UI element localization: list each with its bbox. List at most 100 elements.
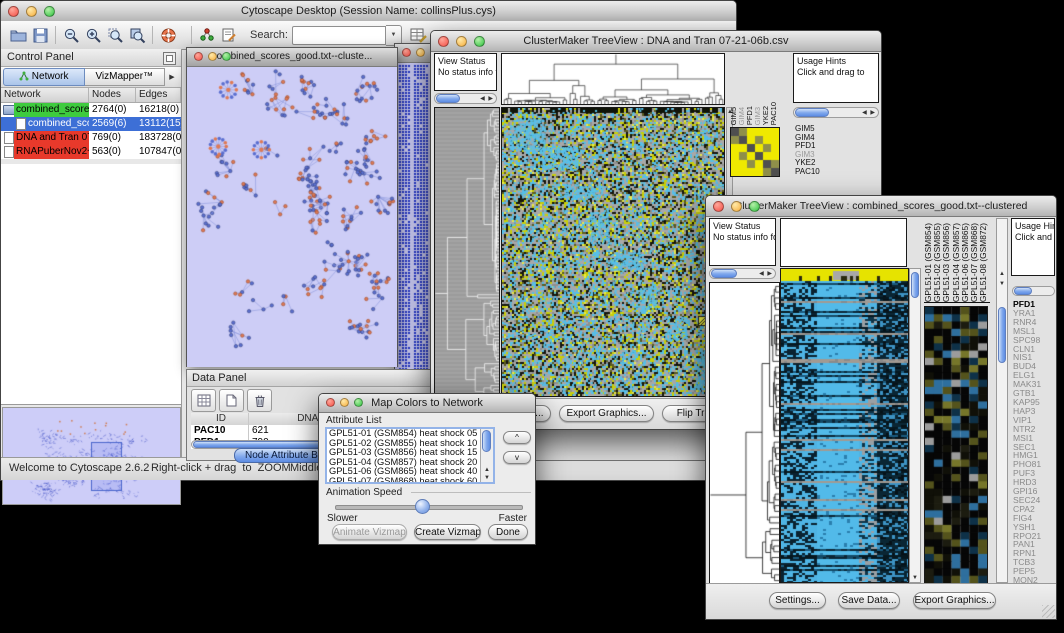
minimize-button[interactable] <box>456 36 467 47</box>
minimize-button[interactable] <box>208 52 217 61</box>
network-table: Network Nodes Edges combined_scores 2764… <box>1 88 181 159</box>
zoom-in-button[interactable] <box>82 25 104 45</box>
delete-attribute-button[interactable] <box>247 389 272 412</box>
close-button[interactable] <box>713 201 724 212</box>
create-vizmap-button[interactable]: Create Vizmap <box>414 524 481 540</box>
trash-icon <box>254 394 266 407</box>
treeview1-similarity-matrix[interactable] <box>730 127 780 177</box>
treeview1-view-status: View Status No status info for <box>434 53 497 91</box>
network-overview-panel[interactable] <box>2 407 181 505</box>
attribute-listbox[interactable]: GPL51-01 (GSM854) heat shock 05 minGPL51… <box>325 427 495 484</box>
zoom-fit-icon <box>129 27 146 44</box>
treeview1-title-bar[interactable]: ClusterMaker TreeView : DNA and Tran 07-… <box>431 31 881 52</box>
treeview2-sub-heatmap[interactable] <box>924 306 988 584</box>
save-icon <box>33 28 48 43</box>
treeview1-usage-hints: Usage Hints Click and drag to <box>793 53 879 103</box>
column-label: GPL51-08 (GSM872) <box>979 223 988 302</box>
attribute-browser-button[interactable] <box>408 25 430 45</box>
treeview2-row-dendrogram[interactable] <box>709 282 780 584</box>
close-button[interactable] <box>438 36 449 47</box>
create-attribute-button[interactable] <box>219 389 244 412</box>
treeview1-heatmap[interactable] <box>501 107 725 397</box>
treeview1-column-labels: GIM5GIM4PFD1GIM3YKE2PAC10 <box>730 53 782 125</box>
save-session-button[interactable] <box>29 25 51 45</box>
annotation-button[interactable] <box>218 25 240 45</box>
zoom-button[interactable] <box>474 36 485 47</box>
select-attributes-button[interactable] <box>191 389 216 412</box>
treeview2-left-hscrollbar[interactable]: ◀ ▶ <box>709 268 776 279</box>
attribute-list-label: Attribute List <box>326 415 382 426</box>
attribute-items: GPL51-01 (GSM854) heat shock 05 minGPL51… <box>327 429 493 484</box>
window-controls <box>8 6 55 17</box>
zoom-button[interactable] <box>749 201 760 212</box>
network-canvas[interactable] <box>187 67 397 367</box>
search-input[interactable] <box>292 26 386 45</box>
treeview1-row-dendrogram[interactable] <box>434 107 500 397</box>
treeview1-left-hscrollbar[interactable]: ◀ ▶ <box>434 93 497 104</box>
treeview1-row-labels: GIM5GIM4PFD1GIM3YKE2PAC10 <box>795 125 820 177</box>
network-row[interactable]: combined_scores 2764(0) 16218(0) <box>1 103 181 117</box>
minimize-button[interactable] <box>26 6 37 17</box>
float-panel-icon[interactable] <box>163 52 176 65</box>
zoom-fit-button[interactable] <box>126 25 148 45</box>
zoom-button[interactable] <box>44 6 55 17</box>
listbox-vscrollbar[interactable]: ▲ ▼ <box>480 429 493 482</box>
network-table-header: Network Nodes Edges <box>1 88 181 103</box>
network-view-title-bar[interactable]: combined_scores_good.txt--cluste... <box>187 48 397 67</box>
close-button[interactable] <box>194 52 203 61</box>
minimize-button[interactable] <box>340 398 349 407</box>
attribute-grid-icon <box>197 394 211 407</box>
help-button[interactable] <box>157 25 179 45</box>
treeview2-gene-list: PFD1YRA1RNR4MSL1SPC98CLN1NIS1BUD4ELG1MAK… <box>1013 300 1056 586</box>
treeview2-sub-vscrollbar[interactable]: ▲ ▼ <box>996 218 1008 583</box>
network-row[interactable]: combined_sco 2569(6) 13112(15) <box>1 117 181 131</box>
minimize-button[interactable] <box>731 201 742 212</box>
search-label: Search: <box>250 29 288 41</box>
status-hint-zoom: Right-click + drag to ZOOM <box>151 462 291 474</box>
save-data-button[interactable]: Save Data... <box>838 592 900 609</box>
dialog-title-bar[interactable]: Map Colors to Network <box>319 394 535 413</box>
treeview2-column-labels: GPL51-01 (GSM854)GPL51-02 (GSM855)GPL51-… <box>924 218 990 303</box>
network-nodes-icon <box>199 27 215 43</box>
attribute-item[interactable]: GPL51-07 (GSM868) heat shock 60 min <box>327 477 493 484</box>
zoom-out-button[interactable] <box>60 25 82 45</box>
speed-slider-thumb[interactable] <box>415 499 430 514</box>
network-row[interactable]: RNAPuberNov2+ 563(0) 107847(0) <box>1 145 181 159</box>
animation-speed-label: Animation Speed <box>326 487 402 498</box>
move-down-button[interactable]: v <box>503 451 531 464</box>
zoom-button[interactable] <box>354 398 363 407</box>
minimize-button[interactable] <box>416 48 425 57</box>
treeview2-main-vscrollbar[interactable]: ▼ <box>909 268 921 583</box>
treeview1-column-dendrogram[interactable] <box>501 53 725 105</box>
export-graphics-button[interactable]: Export Graphics... <box>559 405 654 422</box>
close-button[interactable] <box>402 48 411 57</box>
zoom-selected-button[interactable] <box>104 25 126 45</box>
main-title-bar[interactable]: Cytoscape Desktop (Session Name: collins… <box>1 1 736 22</box>
treeview2-heatmap[interactable] <box>780 268 909 583</box>
zoom-in-icon <box>85 27 102 44</box>
table-edit-icon <box>410 27 427 43</box>
treeview2-usage-hints: Usage Hints Click and drag to <box>1011 218 1055 276</box>
tab-network[interactable]: Network <box>3 68 85 86</box>
control-panel-header: Control Panel <box>1 49 181 67</box>
settings-button[interactable]: Settings... <box>769 592 826 609</box>
plugins-button[interactable] <box>196 25 218 45</box>
open-session-button[interactable] <box>7 25 29 45</box>
treeview2-view-status: View Status No status info for <box>709 218 776 266</box>
zoom-button[interactable] <box>222 52 231 61</box>
export-graphics-button[interactable]: Export Graphics... <box>913 592 996 609</box>
resize-grip[interactable] <box>1042 605 1055 618</box>
move-up-button[interactable]: ^ <box>503 431 531 444</box>
close-button[interactable] <box>8 6 19 17</box>
done-button[interactable]: Done <box>488 524 528 540</box>
treeview1-right-hscrollbar[interactable]: ◀ ▶ <box>793 107 879 118</box>
treeview2-title-bar[interactable]: ClusterMaker TreeView : combined_scores_… <box>706 196 1056 217</box>
network-row[interactable]: DNA and Tran 07 769(0) 183728(0) <box>1 131 181 145</box>
close-button[interactable] <box>326 398 335 407</box>
tab-vizmapper[interactable]: VizMapper™ <box>85 68 166 86</box>
tab-overflow-arrow[interactable]: ▶ <box>165 73 179 81</box>
network-tab-icon <box>19 71 29 81</box>
animate-vizmap-button[interactable]: Animate Vizmap <box>332 524 407 540</box>
treeview2-right-hscrollbar[interactable] <box>1012 286 1055 296</box>
network-list-empty-area <box>1 164 181 405</box>
